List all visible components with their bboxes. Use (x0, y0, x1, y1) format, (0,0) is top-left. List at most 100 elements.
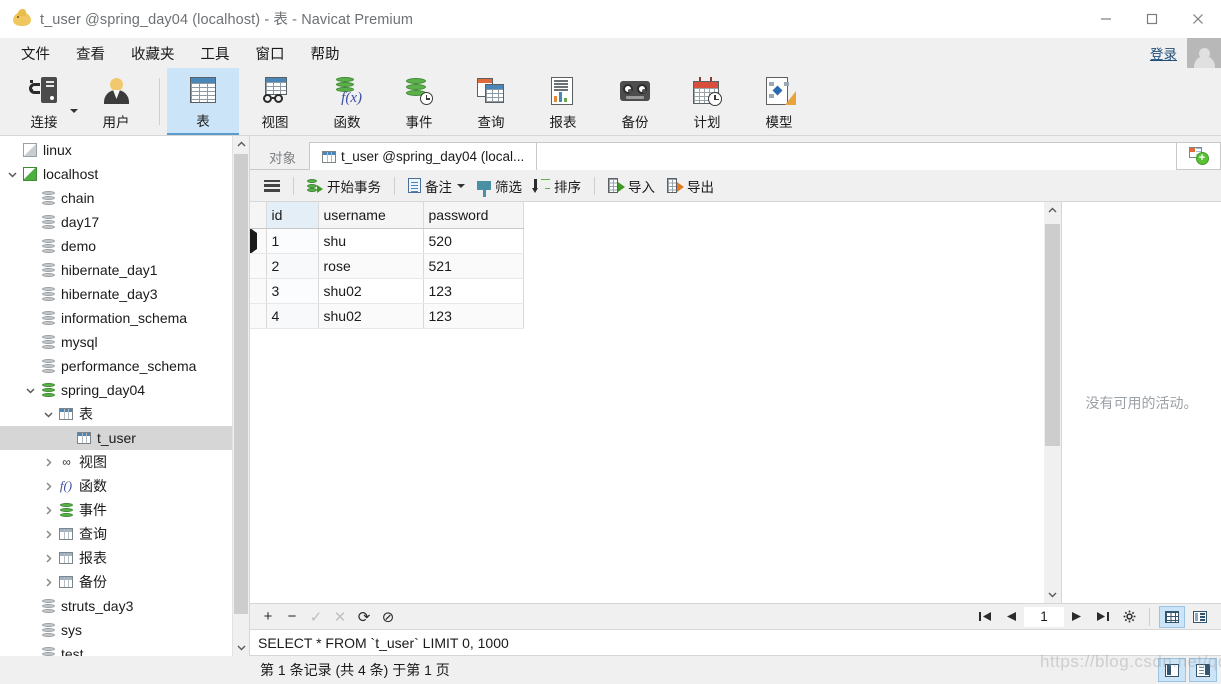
tree-item-视图[interactable]: ∞ 视图 (0, 450, 232, 474)
chevron-right-icon[interactable] (40, 553, 56, 563)
table-row[interactable]: 3 shu02 123 (250, 278, 524, 304)
cell-password[interactable]: 123 (423, 303, 524, 329)
cell-username[interactable]: shu02 (318, 278, 424, 304)
export-button[interactable]: 导出 (661, 174, 720, 198)
filter-button[interactable]: 筛选 (471, 174, 528, 198)
delete-record-button[interactable]: − (280, 606, 304, 628)
menu-help[interactable]: 帮助 (298, 39, 353, 68)
chevron-down-icon[interactable] (70, 109, 78, 113)
tree-item-spring_day04[interactable]: spring_day04 (0, 378, 232, 402)
toolbar-button-connection[interactable]: 连接 (8, 68, 80, 135)
table-row[interactable]: 1 shu 520 (250, 228, 524, 254)
note-button[interactable]: 备注 (402, 174, 471, 198)
toolbar-button-view[interactable]: 视图 (239, 68, 311, 135)
scroll-down-icon[interactable] (1044, 586, 1061, 603)
tree-item-chain[interactable]: chain (0, 186, 232, 210)
page-number-input[interactable] (1024, 606, 1064, 627)
tree-item-test[interactable]: test (0, 642, 232, 656)
chevron-right-icon[interactable] (40, 457, 56, 467)
tree-item-报表[interactable]: 报表 (0, 546, 232, 570)
toolbar-button-model[interactable]: 模型 (743, 68, 815, 135)
toolbar-button-function[interactable]: f(x) 函数 (311, 68, 383, 135)
previous-page-button[interactable] (998, 606, 1024, 628)
tree-item-事件[interactable]: 事件 (0, 498, 232, 522)
data-grid-area[interactable]: id username password 1 shu 520 2 rose 521 3 shu… (250, 202, 1044, 603)
chevron-right-icon[interactable] (40, 577, 56, 587)
cell-username[interactable]: shu02 (318, 303, 424, 329)
scroll-down-icon[interactable] (233, 639, 249, 656)
cell-id[interactable]: 2 (266, 253, 319, 279)
cell-password[interactable]: 521 (423, 253, 524, 279)
tree-item-struts_day3[interactable]: struts_day3 (0, 594, 232, 618)
toggle-right-panel-button[interactable] (1189, 658, 1217, 682)
maximize-button[interactable] (1129, 0, 1175, 38)
add-record-button[interactable]: + (256, 606, 280, 628)
close-button[interactable] (1175, 0, 1221, 38)
minimize-button[interactable] (1083, 0, 1129, 38)
stop-button[interactable]: ⊘ (376, 606, 400, 628)
toolbar-button-plan[interactable]: 计划 (671, 68, 743, 135)
last-page-button[interactable] (1090, 606, 1116, 628)
toolbar-button-report[interactable]: 报表 (527, 68, 599, 135)
grid-scrollbar[interactable] (1044, 202, 1061, 603)
login-link[interactable]: 登录 (1150, 43, 1177, 63)
scroll-up-icon[interactable] (1044, 202, 1061, 219)
cell-password[interactable]: 520 (423, 228, 524, 254)
grid-view-toggle[interactable] (1159, 605, 1185, 628)
cell-id[interactable]: 1 (266, 228, 319, 254)
tree-item-hibernate_day1[interactable]: hibernate_day1 (0, 258, 232, 282)
grid-menu-button[interactable] (258, 174, 286, 198)
tab-objects[interactable]: 对象 (256, 142, 309, 170)
chevron-down-icon[interactable] (40, 411, 56, 418)
toolbar-button-user[interactable]: 用户 (80, 68, 152, 135)
cell-username[interactable]: shu (318, 228, 424, 254)
sidebar-scrollbar[interactable] (232, 136, 249, 656)
table-row[interactable]: 2 rose 521 (250, 253, 524, 279)
tab-table-data[interactable]: t_user @spring_day04 (local... (309, 142, 538, 170)
first-page-button[interactable] (972, 606, 998, 628)
menu-file[interactable]: 文件 (8, 39, 63, 68)
tree-item-查询[interactable]: 查询 (0, 522, 232, 546)
tree-item-sys[interactable]: sys (0, 618, 232, 642)
next-page-button[interactable] (1064, 606, 1090, 628)
menu-view[interactable]: 查看 (63, 39, 118, 68)
chevron-down-icon[interactable] (4, 171, 20, 178)
chevron-right-icon[interactable] (40, 505, 56, 515)
chevron-down-icon[interactable] (457, 183, 465, 188)
cell-id[interactable]: 3 (266, 278, 319, 304)
form-view-toggle[interactable] (1187, 606, 1213, 628)
tree-item-t_user[interactable]: t_user (0, 426, 232, 450)
avatar[interactable] (1187, 38, 1221, 68)
menu-favorites[interactable]: 收藏夹 (118, 39, 188, 68)
import-button[interactable]: 导入 (602, 174, 661, 198)
tree-item-mysql[interactable]: mysql (0, 330, 232, 354)
tree-item-information_schema[interactable]: information_schema (0, 306, 232, 330)
toggle-left-panel-button[interactable] (1158, 658, 1186, 682)
table-row[interactable]: 4 shu02 123 (250, 303, 524, 329)
tree-item-函数[interactable]: f() 函数 (0, 474, 232, 498)
tree-item-表[interactable]: 表 (0, 402, 232, 426)
tree-item-day17[interactable]: day17 (0, 210, 232, 234)
toolbar-button-event[interactable]: 事件 (383, 68, 455, 135)
chevron-down-icon[interactable] (22, 387, 38, 394)
data-grid[interactable]: id username password 1 shu 520 2 rose 521 3 shu… (250, 202, 524, 329)
tree-item-performance_schema[interactable]: performance_schema (0, 354, 232, 378)
cell-password[interactable]: 123 (423, 278, 524, 304)
menu-tools[interactable]: 工具 (188, 39, 243, 68)
toolbar-button-table[interactable]: 表 (167, 68, 239, 135)
toolbar-button-query[interactable]: 查询 (455, 68, 527, 135)
tree-item-localhost[interactable]: localhost (0, 162, 232, 186)
chevron-right-icon[interactable] (40, 529, 56, 539)
menu-window[interactable]: 窗口 (243, 39, 298, 68)
begin-transaction-button[interactable]: 开始事务 (301, 174, 387, 198)
sort-button[interactable]: 排序 (528, 174, 587, 198)
refresh-button[interactable]: ⟳ (352, 606, 376, 628)
new-object-button[interactable]: + (1177, 142, 1221, 170)
tree-item-hibernate_day3[interactable]: hibernate_day3 (0, 282, 232, 306)
grid-settings-button[interactable] (1116, 606, 1142, 628)
tree-item-备份[interactable]: 备份 (0, 570, 232, 594)
cell-id[interactable]: 4 (266, 303, 319, 329)
scroll-up-icon[interactable] (233, 136, 249, 153)
column-header-id[interactable]: id (266, 202, 319, 229)
toolbar-button-backup[interactable]: 备份 (599, 68, 671, 135)
